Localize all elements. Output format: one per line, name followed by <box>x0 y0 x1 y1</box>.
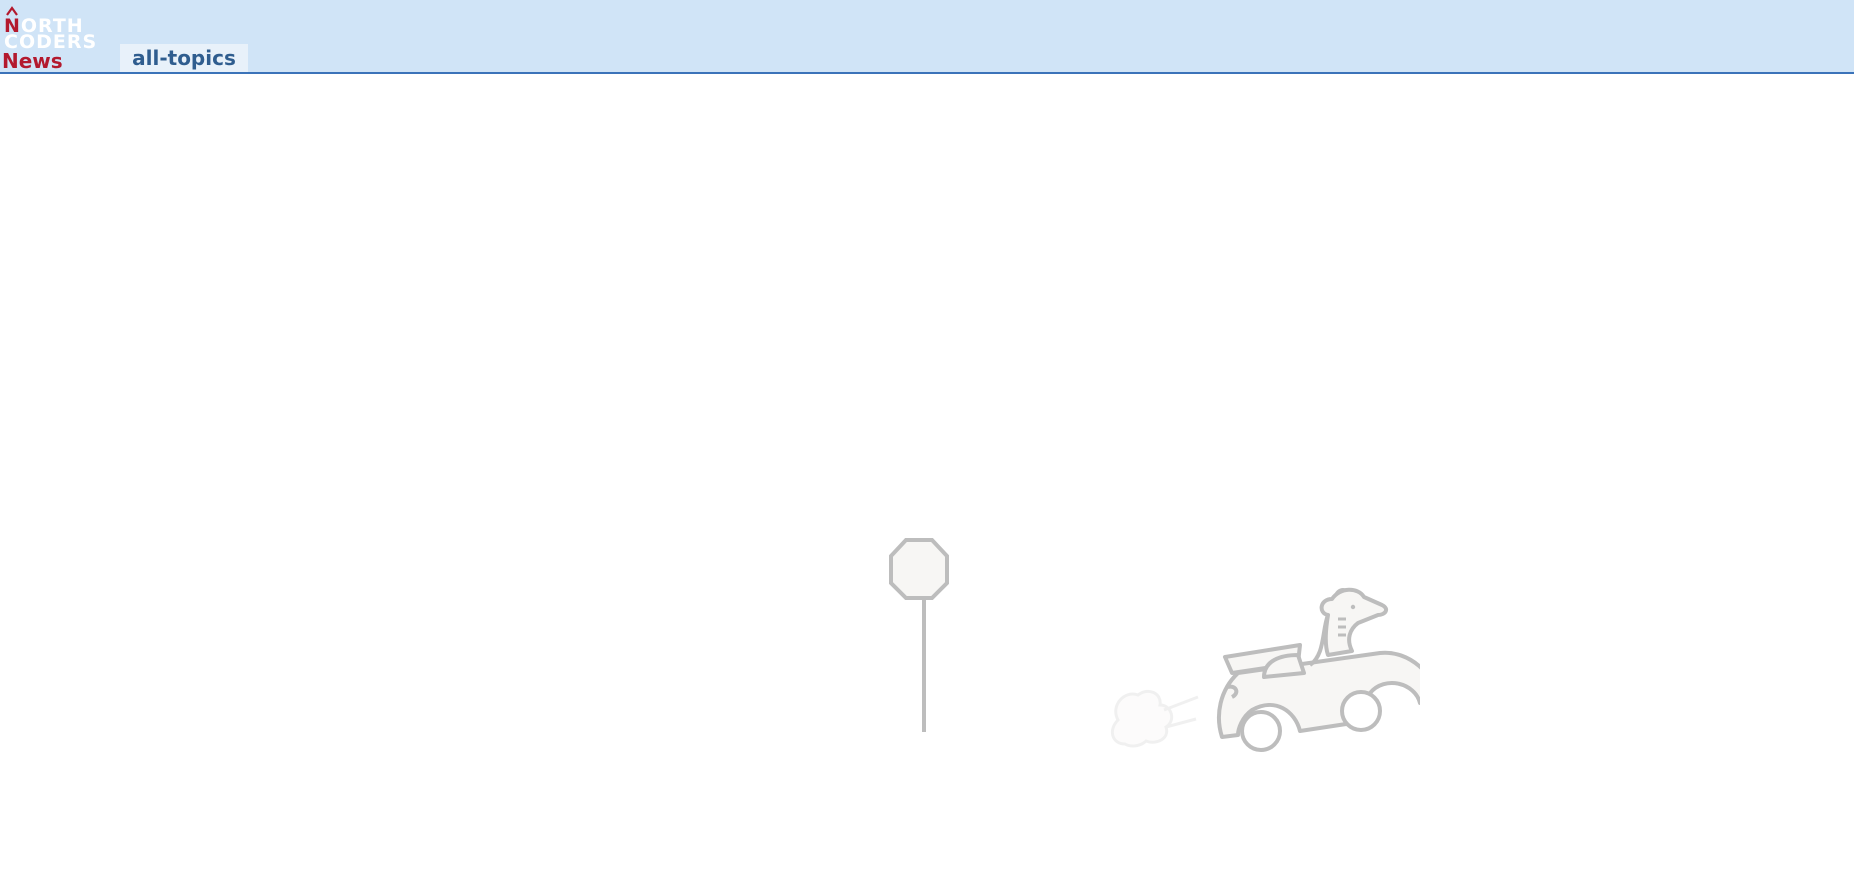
car-with-dog-icon <box>1217 587 1420 752</box>
exhaust-cloud-icon <box>1110 689 1199 748</box>
logo-line-news: News <box>2 49 63 73</box>
top-header: NORTH CODERS News all-topics <box>0 0 1854 74</box>
tab-all-topics[interactable]: all-topics <box>120 44 248 72</box>
northcoders-news-logo[interactable]: NORTH CODERS News <box>2 4 112 73</box>
empty-state-illustration <box>889 538 1420 752</box>
stop-sign-icon <box>889 538 949 732</box>
